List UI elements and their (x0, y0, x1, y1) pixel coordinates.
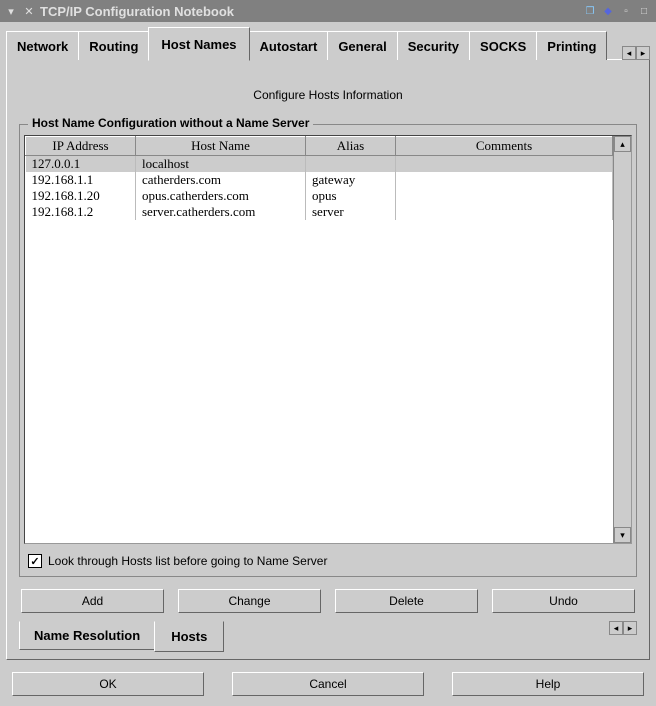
tab-socks[interactable]: SOCKS (469, 31, 537, 60)
col-header-comments[interactable]: Comments (396, 137, 613, 156)
cell-alias: opus (306, 188, 396, 204)
cell-host: server.catherders.com (136, 204, 306, 220)
page-panel: Configure Hosts Information Host Name Co… (6, 59, 650, 660)
maximize-icon[interactable]: □ (636, 3, 652, 19)
subtab-scroll-right-icon[interactable]: ▸ (623, 621, 637, 635)
vertical-scrollbar[interactable]: ▴ ▾ (613, 136, 631, 543)
subtab-name-resolution[interactable]: Name Resolution (19, 621, 155, 650)
action-button-row: Add Change Delete Undo (19, 577, 637, 621)
undo-button[interactable]: Undo (492, 589, 635, 613)
scroll-track[interactable] (614, 152, 631, 527)
window-body: NetworkRoutingHost NamesAutostartGeneral… (0, 22, 656, 706)
top-tabs: NetworkRoutingHost NamesAutostartGeneral… (6, 26, 650, 60)
cell-ip: 192.168.1.20 (26, 188, 136, 204)
table-row[interactable]: 192.168.1.20opus.catherders.comopus (26, 188, 613, 204)
window-title: TCP/IP Configuration Notebook (40, 4, 582, 19)
tab-autostart[interactable]: Autostart (249, 31, 329, 60)
ok-button[interactable]: OK (12, 672, 204, 696)
cell-alias: server (306, 204, 396, 220)
cell-host: opus.catherders.com (136, 188, 306, 204)
sub-tabs: Name ResolutionHosts ◂▸ (19, 621, 637, 651)
cell-alias (306, 156, 396, 173)
delete-button[interactable]: Delete (335, 589, 478, 613)
dialog-button-row: OK Cancel Help (6, 660, 650, 700)
change-button[interactable]: Change (178, 589, 321, 613)
hosts-table-wrap: IP Address Host Name Alias Comments 127.… (24, 135, 632, 544)
col-header-host[interactable]: Host Name (136, 137, 306, 156)
close-icon[interactable]: ✕ (22, 4, 36, 18)
cell-comments (396, 204, 613, 220)
hosts-tbody: 127.0.0.1localhost192.168.1.1catherders.… (26, 156, 613, 521)
rollup-icon[interactable]: ◆ (600, 3, 616, 19)
lookup-checkbox-row: ✓ Look through Hosts list before going t… (22, 548, 634, 570)
tab-security[interactable]: Security (397, 31, 470, 60)
cell-host: catherders.com (136, 172, 306, 188)
cell-comments (396, 172, 613, 188)
fieldset-legend: Host Name Configuration without a Name S… (28, 116, 313, 130)
table-row[interactable]: 127.0.0.1localhost (26, 156, 613, 173)
col-header-alias[interactable]: Alias (306, 137, 396, 156)
table-row[interactable]: 192.168.1.2server.catherders.comserver (26, 204, 613, 220)
tab-printing[interactable]: Printing (536, 31, 607, 60)
cell-ip: 192.168.1.2 (26, 204, 136, 220)
cell-ip: 192.168.1.1 (26, 172, 136, 188)
tab-scroll-right-icon[interactable]: ▸ (636, 46, 650, 60)
tab-host-names[interactable]: Host Names (148, 27, 249, 61)
system-menu-icon[interactable]: ▾ (4, 4, 18, 18)
cancel-button[interactable]: Cancel (232, 672, 424, 696)
titlebar: ▾ ✕ TCP/IP Configuration Notebook ❐ ◆ ▫ … (0, 0, 656, 22)
help-button[interactable]: Help (452, 672, 644, 696)
cell-alias: gateway (306, 172, 396, 188)
lookup-checkbox-label: Look through Hosts list before going to … (48, 554, 327, 568)
cell-host: localhost (136, 156, 306, 173)
tab-scroll-left-icon[interactable]: ◂ (622, 46, 636, 60)
cell-comments (396, 188, 613, 204)
add-button[interactable]: Add (21, 589, 164, 613)
table-row[interactable]: 192.168.1.1catherders.comgateway (26, 172, 613, 188)
col-header-ip[interactable]: IP Address (26, 137, 136, 156)
tab-network[interactable]: Network (6, 31, 79, 60)
scroll-down-icon[interactable]: ▾ (614, 527, 631, 543)
subtab-scroll-left-icon[interactable]: ◂ (609, 621, 623, 635)
minimize-icon[interactable]: ▫ (618, 3, 634, 19)
tab-general[interactable]: General (327, 31, 397, 60)
subtab-hosts[interactable]: Hosts (154, 621, 224, 652)
cell-ip: 127.0.0.1 (26, 156, 136, 173)
hosts-fieldset: Host Name Configuration without a Name S… (19, 124, 637, 577)
scroll-up-icon[interactable]: ▴ (614, 136, 631, 152)
tab-routing[interactable]: Routing (78, 31, 149, 60)
hosts-table[interactable]: IP Address Host Name Alias Comments 127.… (25, 136, 613, 520)
lookup-checkbox[interactable]: ✓ (28, 554, 42, 568)
cell-comments (396, 156, 613, 173)
windows-list-icon[interactable]: ❐ (582, 3, 598, 19)
